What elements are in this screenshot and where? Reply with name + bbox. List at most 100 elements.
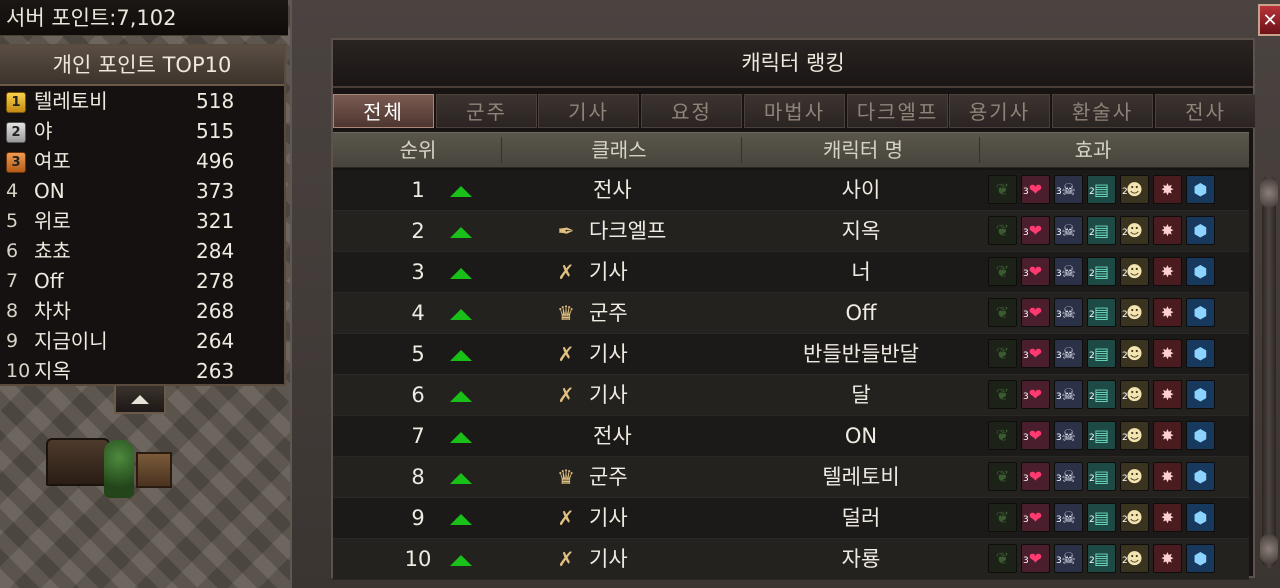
tab-3[interactable]: 요정 bbox=[641, 94, 742, 128]
poison-icon[interactable]: ✸ bbox=[1153, 175, 1182, 204]
poison-icon[interactable]: ✸ bbox=[1153, 503, 1182, 532]
book-icon[interactable]: ▤ 2 bbox=[1087, 544, 1116, 573]
skull-icon[interactable]: ☠ 3 bbox=[1054, 298, 1083, 327]
table-row[interactable]: 2 ✒ 다크엘프 지옥 ❦ ❤ 3 ☠ 3 ▤ 2 ☻ 2 ✸ ⬢ bbox=[333, 211, 1249, 252]
shield-icon[interactable]: ⬢ bbox=[1186, 421, 1215, 450]
leaf-icon[interactable]: ❦ bbox=[988, 380, 1017, 409]
heart-icon[interactable]: ❤ 3 bbox=[1021, 339, 1050, 368]
book-icon[interactable]: ▤ 2 bbox=[1087, 421, 1116, 450]
skeleton-icon[interactable]: ☻ 2 bbox=[1120, 339, 1149, 368]
heart-icon[interactable]: ❤ 3 bbox=[1021, 544, 1050, 573]
table-row[interactable]: 9 ✗ 기사 덜러 ❦ ❤ 3 ☠ 3 ▤ 2 ☻ 2 ✸ ⬢ bbox=[333, 498, 1249, 539]
book-icon[interactable]: ▤ 2 bbox=[1087, 175, 1116, 204]
skeleton-icon[interactable]: ☻ 2 bbox=[1120, 462, 1149, 491]
tab-6[interactable]: 용기사 bbox=[949, 94, 1050, 128]
shield-icon[interactable]: ⬢ bbox=[1186, 298, 1215, 327]
table-row[interactable]: 1 전사 사이 ❦ ❤ 3 ☠ 3 ▤ 2 ☻ 2 ✸ ⬢ bbox=[333, 170, 1249, 211]
scroll-knob-top[interactable] bbox=[1260, 178, 1278, 208]
skull-icon[interactable]: ☠ 3 bbox=[1054, 339, 1083, 368]
rank-up-arrow-icon bbox=[450, 268, 472, 279]
shield-icon[interactable]: ⬢ bbox=[1186, 175, 1215, 204]
table-row[interactable]: 8 ♛ 군주 텔레토비 ❦ ❤ 3 ☠ 3 ▤ 2 ☻ 2 ✸ ⬢ bbox=[333, 457, 1249, 498]
skeleton-icon[interactable]: ☻ 2 bbox=[1120, 257, 1149, 286]
skull-icon[interactable]: ☠ 3 bbox=[1054, 544, 1083, 573]
tab-4[interactable]: 마법사 bbox=[744, 94, 845, 128]
skull-icon[interactable]: ☠ 3 bbox=[1054, 175, 1083, 204]
skeleton-icon[interactable]: ☻ 2 bbox=[1120, 216, 1149, 245]
heart-icon[interactable]: ❤ 3 bbox=[1021, 257, 1050, 286]
heart-icon[interactable]: ❤ 3 bbox=[1021, 421, 1050, 450]
skeleton-icon[interactable]: ☻ 2 bbox=[1120, 544, 1149, 573]
book-icon[interactable]: ▤ 2 bbox=[1087, 257, 1116, 286]
tab-7[interactable]: 환술사 bbox=[1052, 94, 1153, 128]
player-character[interactable] bbox=[104, 440, 134, 498]
leaf-icon[interactable]: ❦ bbox=[988, 339, 1017, 368]
poison-icon[interactable]: ✸ bbox=[1153, 339, 1182, 368]
collapse-button[interactable] bbox=[114, 386, 166, 414]
heart-icon[interactable]: ❤ 3 bbox=[1021, 175, 1050, 204]
poison-icon[interactable]: ✸ bbox=[1153, 257, 1182, 286]
shield-icon[interactable]: ⬢ bbox=[1186, 380, 1215, 409]
shield-icon[interactable]: ⬢ bbox=[1186, 339, 1215, 368]
leaf-icon[interactable]: ❦ bbox=[988, 175, 1017, 204]
poison-icon[interactable]: ✸ bbox=[1153, 216, 1182, 245]
leaf-icon[interactable]: ❦ bbox=[988, 462, 1017, 491]
heart-icon[interactable]: ❤ 3 bbox=[1021, 216, 1050, 245]
skull-icon[interactable]: ☠ 3 bbox=[1054, 216, 1083, 245]
poison-icon[interactable]: ✸ bbox=[1153, 421, 1182, 450]
tab-0[interactable]: 전체 bbox=[333, 94, 434, 128]
skull-icon[interactable]: ☠ 3 bbox=[1054, 257, 1083, 286]
heart-icon[interactable]: ❤ 3 bbox=[1021, 298, 1050, 327]
table-row[interactable]: 7 전사 ON ❦ ❤ 3 ☠ 3 ▤ 2 ☻ 2 ✸ ⬢ bbox=[333, 416, 1249, 457]
poison-icon[interactable]: ✸ bbox=[1153, 462, 1182, 491]
scroll-knob-bottom[interactable] bbox=[1260, 534, 1278, 564]
close-button[interactable]: ✕ bbox=[1258, 4, 1280, 36]
skeleton-icon[interactable]: ☻ 2 bbox=[1120, 421, 1149, 450]
book-icon[interactable]: ▤ 2 bbox=[1087, 216, 1116, 245]
poison-icon[interactable]: ✸ bbox=[1153, 298, 1182, 327]
scrollbar[interactable] bbox=[1262, 176, 1276, 568]
skeleton-icon[interactable]: ☻ 2 bbox=[1120, 298, 1149, 327]
leaf-icon[interactable]: ❦ bbox=[988, 298, 1017, 327]
top10-panel: 개인 포인트 TOP10 1 텔레토비 518 2 야 515 3 여포 496 4 ON 373 5 위… bbox=[0, 44, 286, 386]
leaf-icon[interactable]: ❦ bbox=[988, 257, 1017, 286]
table-row[interactable]: 5 ✗ 기사 반들반들반달 ❦ ❤ 3 ☠ 3 ▤ 2 ☻ 2 ✸ ⬢ bbox=[333, 334, 1249, 375]
leaf-icon[interactable]: ❦ bbox=[988, 421, 1017, 450]
shield-icon[interactable]: ⬢ bbox=[1186, 257, 1215, 286]
leaf-icon[interactable]: ❦ bbox=[988, 503, 1017, 532]
tab-8[interactable]: 전사 bbox=[1155, 94, 1256, 128]
leaf-icon[interactable]: ❦ bbox=[988, 544, 1017, 573]
heart-icon[interactable]: ❤ 3 bbox=[1021, 380, 1050, 409]
rank-up-arrow-icon bbox=[450, 227, 472, 238]
tab-5[interactable]: 다크엘프 bbox=[847, 94, 948, 128]
book-icon[interactable]: ▤ 2 bbox=[1087, 462, 1116, 491]
table-row[interactable]: 6 ✗ 기사 달 ❦ ❤ 3 ☠ 3 ▤ 2 ☻ 2 ✸ ⬢ bbox=[333, 375, 1249, 416]
skeleton-icon[interactable]: ☻ 2 bbox=[1120, 380, 1149, 409]
shield-icon[interactable]: ⬢ bbox=[1186, 544, 1215, 573]
book-icon[interactable]: ▤ 2 bbox=[1087, 503, 1116, 532]
character-name-cell: 자룡 bbox=[841, 547, 881, 571]
poison-icon[interactable]: ✸ bbox=[1153, 380, 1182, 409]
table-row[interactable]: 3 ✗ 기사 너 ❦ ❤ 3 ☠ 3 ▤ 2 ☻ 2 ✸ ⬢ bbox=[333, 252, 1249, 293]
table-row[interactable]: 10 ✗ 기사 자룡 ❦ ❤ 3 ☠ 3 ▤ 2 ☻ 2 ✸ ⬢ bbox=[333, 539, 1249, 580]
tab-2[interactable]: 기사 bbox=[538, 94, 639, 128]
shield-icon[interactable]: ⬢ bbox=[1186, 462, 1215, 491]
skull-icon[interactable]: ☠ 3 bbox=[1054, 462, 1083, 491]
skeleton-icon[interactable]: ☻ 2 bbox=[1120, 503, 1149, 532]
heart-icon[interactable]: ❤ 3 bbox=[1021, 503, 1050, 532]
book-icon[interactable]: ▤ 2 bbox=[1087, 380, 1116, 409]
shield-icon[interactable]: ⬢ bbox=[1186, 503, 1215, 532]
shield-icon[interactable]: ⬢ bbox=[1186, 216, 1215, 245]
leaf-icon[interactable]: ❦ bbox=[988, 216, 1017, 245]
treasure-chest[interactable] bbox=[46, 438, 110, 486]
book-icon[interactable]: ▤ 2 bbox=[1087, 339, 1116, 368]
skull-icon[interactable]: ☠ 3 bbox=[1054, 380, 1083, 409]
heart-icon[interactable]: ❤ 3 bbox=[1021, 462, 1050, 491]
table-row[interactable]: 4 ♛ 군주 Off ❦ ❤ 3 ☠ 3 ▤ 2 ☻ 2 ✸ ⬢ bbox=[333, 293, 1249, 334]
book-icon[interactable]: ▤ 2 bbox=[1087, 298, 1116, 327]
tab-1[interactable]: 군주 bbox=[436, 94, 537, 128]
skeleton-icon[interactable]: ☻ 2 bbox=[1120, 175, 1149, 204]
skull-icon[interactable]: ☠ 3 bbox=[1054, 503, 1083, 532]
skull-icon[interactable]: ☠ 3 bbox=[1054, 421, 1083, 450]
poison-icon[interactable]: ✸ bbox=[1153, 544, 1182, 573]
